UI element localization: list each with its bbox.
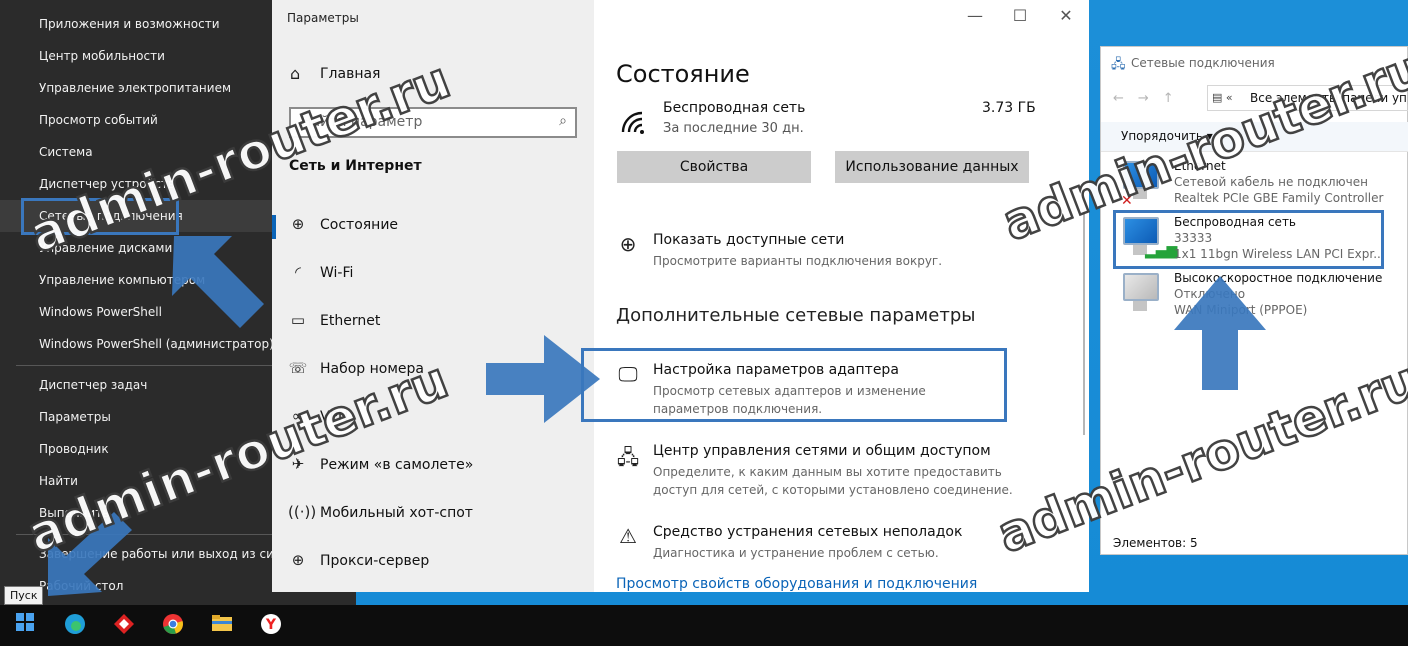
- page-title: Состояние: [616, 60, 750, 88]
- dialup-icon: ☏: [288, 359, 308, 377]
- nav-label: Wi-Fi: [320, 265, 354, 281]
- address-bar[interactable]: ▤ « Все элементы панели управления: [1207, 85, 1408, 111]
- advanced-heading: Дополнительные сетевые параметры: [616, 305, 976, 326]
- nav-label: Мобильный хот-спот: [320, 505, 473, 521]
- highlight-wireless: [1113, 210, 1384, 269]
- nav-item-vpn[interactable]: ∞ VPN: [272, 399, 594, 439]
- disconnected-icon: ✕: [1121, 193, 1133, 209]
- file-explorer-icon[interactable]: [209, 613, 235, 639]
- sharing-center-link[interactable]: 🖧 Центр управления сетями и общим доступ…: [616, 443, 1036, 501]
- row-title: Центр управления сетями и общим доступом: [653, 443, 991, 459]
- settings-window: Параметры ⌂ Главная Найти параметр ⌕ Сет…: [272, 0, 1089, 592]
- connection-pppoe[interactable]: Высокоскоростное подключение Отключено W…: [1119, 271, 1408, 325]
- control-panel-icon: ▤ «: [1212, 91, 1233, 104]
- wifi-signal-icon: [620, 110, 650, 141]
- connection-name: Ethernet: [1174, 159, 1226, 173]
- network-adapter-icon: ✕: [1119, 161, 1165, 209]
- nav-label: VPN: [320, 409, 349, 425]
- home-icon: ⌂: [290, 64, 301, 83]
- settings-nav-pane: Параметры ⌂ Главная Найти параметр ⌕ Сет…: [272, 0, 594, 592]
- nav-label: Состояние: [320, 217, 399, 233]
- address-text: Все элементы панели управления: [1250, 91, 1408, 105]
- nav-label: Прокси-сервер: [320, 553, 430, 569]
- row-description: Определите, к каким данным вы хотите пре…: [653, 465, 1013, 497]
- connection-status: Сетевой кабель не подключен: [1174, 175, 1368, 189]
- network-connections-window: 🖧 Сетевые подключения ←→↑ ▤ « Все элемен…: [1100, 46, 1408, 555]
- troubleshooter-link[interactable]: ⚠ Средство устранения сетевых неполадок …: [616, 524, 1036, 564]
- show-networks-link[interactable]: ⊕ Показать доступные сети Просмотрите ва…: [616, 232, 1036, 272]
- start-button[interactable]: [12, 613, 38, 639]
- edge-icon[interactable]: [62, 613, 88, 639]
- nav-label: Набор номера: [320, 361, 425, 377]
- section-heading: Сеть и Интернет: [289, 158, 422, 174]
- window-title: Сетевые подключения: [1131, 56, 1275, 70]
- network-folder-icon: 🖧: [1111, 57, 1126, 72]
- svg-text:Y: Y: [265, 617, 277, 633]
- search-placeholder: Найти параметр: [301, 114, 423, 130]
- connection-ethernet[interactable]: ✕ Ethernet Сетевой кабель не подключен R…: [1119, 159, 1408, 213]
- row-title: Средство устранения сетевых неполадок: [653, 524, 963, 540]
- connection-device: Realtek PCIe GBE Family Controller: [1174, 191, 1384, 205]
- highlight-adapter-settings: [581, 348, 1007, 422]
- hardware-properties-link[interactable]: Просмотр свойств оборудования и подключе…: [616, 576, 977, 592]
- globe-icon: ⊕: [619, 232, 637, 256]
- nav-item-status[interactable]: ⊕ Состояние: [272, 207, 594, 247]
- nav-item-ethernet[interactable]: ▭ Ethernet: [272, 303, 594, 343]
- row-description: Просмотрите варианты подключения вокруг.: [653, 254, 943, 268]
- globe-icon: ⊕: [291, 551, 305, 569]
- data-usage-button[interactable]: Использование данных: [835, 151, 1029, 183]
- row-title: Показать доступные сети: [653, 232, 845, 248]
- search-icon: ⌕: [559, 113, 567, 129]
- network-name: Беспроводная сеть: [663, 100, 806, 116]
- yandex-browser-icon[interactable]: Y: [258, 613, 284, 639]
- wifi-icon: ◜: [295, 263, 301, 281]
- window-title: Параметры: [287, 11, 359, 25]
- hotspot-icon: ((·)): [288, 503, 317, 521]
- network-adapter-icon: [1119, 273, 1165, 319]
- nav-item-proxy[interactable]: ⊕ Прокси-сервер: [272, 543, 594, 583]
- vpn-icon: ∞: [291, 407, 305, 425]
- home-link[interactable]: Главная: [320, 66, 380, 82]
- nav-item-wifi[interactable]: ◜ Wi-Fi: [272, 255, 594, 295]
- connection-device: WAN Miniport (PPPOE): [1174, 303, 1308, 317]
- connection-name: Высокоскоростное подключение: [1174, 271, 1383, 285]
- warning-icon: ⚠: [619, 524, 637, 548]
- toolbar: Упорядочить ▾: [1101, 122, 1408, 152]
- app-red-icon[interactable]: [111, 613, 137, 639]
- nav-item-airplane[interactable]: ✈ Режим «в самолете»: [272, 447, 594, 487]
- search-input[interactable]: Найти параметр ⌕: [289, 107, 577, 138]
- nav-label: Ethernet: [320, 313, 381, 329]
- row-description: Диагностика и устранение проблем с сетью…: [653, 546, 939, 560]
- network-share-icon: 🖧: [616, 445, 640, 469]
- organize-button[interactable]: Упорядочить ▾: [1121, 129, 1213, 143]
- globe-icon: ⊕: [291, 215, 305, 233]
- properties-button[interactable]: Свойства: [617, 151, 811, 183]
- start-tooltip: Пуск: [4, 586, 44, 605]
- highlight-network-connections: [21, 198, 179, 235]
- chrome-icon[interactable]: [160, 613, 186, 639]
- scrollbar[interactable]: [1083, 210, 1085, 435]
- nav-item-dialup[interactable]: ☏ Набор номера: [272, 351, 594, 391]
- airplane-icon: ✈: [291, 455, 305, 473]
- back-forward-icons[interactable]: ←→↑: [1113, 91, 1188, 106]
- nav-item-hotspot[interactable]: ((·)) Мобильный хот-спот: [272, 495, 594, 535]
- ethernet-icon: ▭: [290, 311, 306, 329]
- network-usage: 3.73 ГБ: [982, 100, 1036, 116]
- nav-label: Режим «в самолете»: [320, 457, 474, 473]
- status-bar: Элементов: 5: [1113, 536, 1198, 550]
- settings-main-pane: Состояние Беспроводная сеть За последние…: [581, 0, 1089, 592]
- taskbar: Y: [0, 605, 1408, 646]
- network-period: За последние 30 дн.: [663, 121, 804, 136]
- connection-status: Отключено: [1174, 287, 1246, 301]
